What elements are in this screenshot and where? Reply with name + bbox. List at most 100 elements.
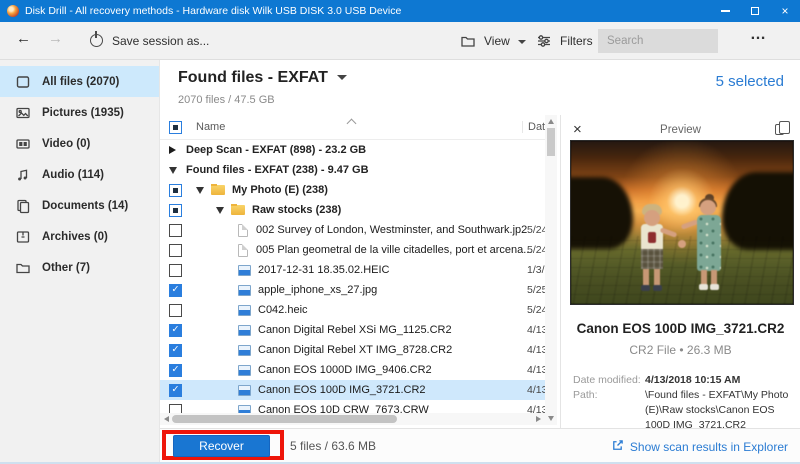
vertical-scrollbar-thumb[interactable] xyxy=(547,128,555,156)
row-gutter xyxy=(160,166,186,174)
image-file-icon xyxy=(238,284,251,296)
image-file-icon xyxy=(238,404,251,413)
file-row[interactable]: ✓ Canon Digital Rebel XT IMG_8728.CR2 4/13 xyxy=(160,340,545,360)
sidebar-item-label: Pictures (1935) xyxy=(42,106,124,119)
row-checkbox[interactable]: ✓ xyxy=(169,323,182,337)
list-header: Name Date xyxy=(160,115,557,140)
folder-icon xyxy=(231,204,245,215)
horizontal-scrollbar-thumb[interactable] xyxy=(172,415,397,423)
row-checkbox[interactable]: ✓ xyxy=(169,343,182,357)
minimize-icon xyxy=(720,10,730,12)
file-name-cell: 005 Plan geometral de la ville citadelle… xyxy=(186,243,545,257)
row-checkbox[interactable] xyxy=(169,183,182,197)
row-checkbox[interactable] xyxy=(169,243,182,257)
file-row[interactable]: ✓ Canon EOS 1000D IMG_9406.CR2 4/13 xyxy=(160,360,545,380)
filters-icon xyxy=(536,33,552,54)
file-row[interactable]: 2017-12-31 18.35.02.HEIC 1/3/ xyxy=(160,260,545,280)
sidebar-item-video[interactable]: Video (0) xyxy=(0,128,159,159)
sidebar-item-audio[interactable]: Audio (114) xyxy=(0,159,159,190)
row-checkbox[interactable] xyxy=(169,263,182,277)
scan-source-label: Found files - EXFAT xyxy=(178,69,328,86)
image-file-icon xyxy=(238,304,251,316)
file-date: 5/24 xyxy=(527,244,545,256)
file-name: Found files - EXFAT (238) - 9.47 GB xyxy=(186,164,369,176)
row-gutter: ✓ xyxy=(160,323,186,337)
expander-icon[interactable] xyxy=(169,166,177,174)
file-name-cell: C042.heic xyxy=(186,304,545,316)
file-row[interactable]: Found files - EXFAT (238) - 9.47 GB xyxy=(160,160,545,180)
back-button[interactable]: ← xyxy=(16,30,31,47)
row-checkbox[interactable]: ✓ xyxy=(169,383,182,397)
file-row[interactable]: ✓ Canon Digital Rebel XSi MG_1125.CR2 4/13 xyxy=(160,320,545,340)
file-row[interactable]: ✓ Canon EOS 100D IMG_3721.CR2 4/13 xyxy=(160,380,545,400)
sidebar: All files (2070) Pictures (1935) Video (… xyxy=(0,60,160,462)
image-file-icon xyxy=(238,344,251,356)
row-checkbox[interactable] xyxy=(169,223,182,237)
photo-child-right xyxy=(680,194,729,294)
scroll-left-icon[interactable] xyxy=(164,416,169,422)
filters-button[interactable]: Filters xyxy=(560,34,593,48)
more-options-button[interactable]: … xyxy=(750,26,767,44)
file-row[interactable]: 005 Plan geometral de la ville citadelle… xyxy=(160,240,545,260)
horizontal-scrollbar[interactable] xyxy=(160,413,545,425)
date-modified-value: 4/13/2018 10:15 AM xyxy=(645,374,741,386)
recover-button[interactable]: Recover xyxy=(173,435,270,457)
sidebar-item-label: Other (7) xyxy=(42,261,90,274)
file-row[interactable]: Canon EOS 10D CRW_7673.CRW 4/13 xyxy=(160,400,545,413)
file-row[interactable]: 002 Survey of London, Westminster, and S… xyxy=(160,220,545,240)
row-checkbox[interactable]: ✓ xyxy=(169,283,182,297)
scroll-down-icon[interactable] xyxy=(548,416,554,421)
file-name: apple_iphone_xs_27.jpg xyxy=(258,284,378,296)
close-button[interactable]: × xyxy=(770,0,800,22)
preview-image xyxy=(570,140,794,305)
popout-preview-icon[interactable] xyxy=(775,121,790,135)
sidebar-item-other[interactable]: Other (7) xyxy=(0,252,159,283)
chevron-down-icon xyxy=(518,40,526,44)
file-name: Canon EOS 10D CRW_7673.CRW xyxy=(258,404,429,413)
row-gutter xyxy=(160,146,186,154)
file-row[interactable]: ✓ apple_iphone_xs_27.jpg 5/25 xyxy=(160,280,545,300)
save-session-icon[interactable] xyxy=(90,31,103,47)
file-name-cell: Found files - EXFAT (238) - 9.47 GB xyxy=(186,164,545,176)
file-row[interactable]: Deep Scan - EXFAT (898) - 23.2 GB xyxy=(160,140,545,160)
column-header-name[interactable]: Name xyxy=(196,121,225,133)
sidebar-item-all-files[interactable]: All files (2070) xyxy=(0,66,159,97)
file-date: 4/13 xyxy=(527,384,545,396)
row-checkbox[interactable]: ✓ xyxy=(169,363,182,377)
file-row[interactable]: C042.heic 5/24 xyxy=(160,300,545,320)
expander-icon[interactable] xyxy=(169,146,176,154)
file-name-cell: Deep Scan - EXFAT (898) - 23.2 GB xyxy=(186,144,545,156)
file-row[interactable]: Raw stocks (238) xyxy=(160,200,545,220)
file-row[interactable]: My Photo (E) (238) xyxy=(160,180,545,200)
scroll-right-icon[interactable] xyxy=(536,416,541,422)
maximize-button[interactable] xyxy=(740,0,770,22)
save-session-button[interactable]: Save session as... xyxy=(112,34,209,48)
scroll-up-icon[interactable] xyxy=(548,119,554,124)
view-dropdown[interactable]: View xyxy=(484,34,510,48)
expander-icon[interactable] xyxy=(196,186,204,194)
sidebar-item-documents[interactable]: Documents (14) xyxy=(0,190,159,221)
minimize-button[interactable] xyxy=(710,0,740,22)
row-checkbox[interactable] xyxy=(169,303,182,317)
row-checkbox[interactable] xyxy=(169,203,182,217)
file-date: 4/13 xyxy=(527,344,545,356)
row-gutter: ✓ xyxy=(160,343,186,357)
sidebar-item-archives[interactable]: Archives (0) xyxy=(0,221,159,252)
file-name-cell: Canon EOS 100D IMG_3721.CR2 xyxy=(186,384,545,396)
row-gutter xyxy=(160,203,186,217)
image-file-icon xyxy=(238,384,251,396)
vertical-scrollbar[interactable] xyxy=(545,115,557,425)
show-in-explorer-link[interactable]: Show scan results in Explorer xyxy=(611,429,788,462)
expander-icon[interactable] xyxy=(216,206,224,214)
row-gutter xyxy=(160,223,186,237)
row-gutter: ✓ xyxy=(160,363,186,377)
preview-title: Preview xyxy=(660,124,701,136)
search-input[interactable] xyxy=(598,29,718,53)
row-checkbox[interactable] xyxy=(169,403,182,413)
file-list: Name Date Deep Scan - EXFAT (898) - 23.2… xyxy=(160,115,557,428)
scan-source-title[interactable]: Found files - EXFAT xyxy=(178,69,347,87)
select-all-checkbox[interactable] xyxy=(169,121,182,134)
file-name: Deep Scan - EXFAT (898) - 23.2 GB xyxy=(186,144,367,156)
sidebar-item-pictures[interactable]: Pictures (1935) xyxy=(0,97,159,128)
view-folder-icon xyxy=(460,33,476,54)
